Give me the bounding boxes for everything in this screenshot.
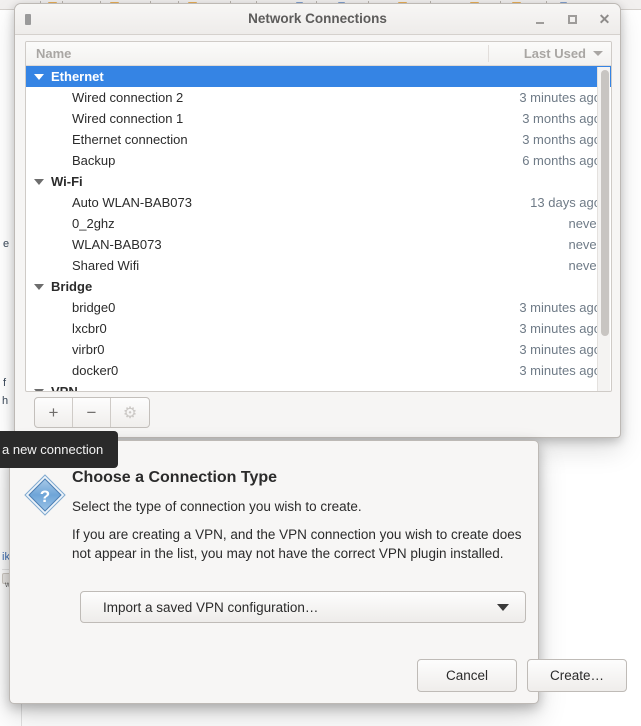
screen-root: e f h ik wi Network Connections ✕ Name (0, 0, 641, 726)
connection-last-used: 3 minutes ago (519, 300, 601, 315)
connection-last-used: 6 months ago (522, 153, 601, 168)
window-controls: ✕ (533, 12, 612, 27)
caret-down-icon (593, 51, 603, 56)
dialog-actions: Cancel Create… (417, 659, 627, 692)
connection-last-used: never (568, 258, 601, 273)
list-header: Name Last Used (26, 42, 611, 66)
connection-name: virbr0 (72, 342, 105, 357)
minimize-icon[interactable] (533, 12, 548, 27)
connection-last-used: 13 days ago (530, 195, 601, 210)
window-titlebar[interactable]: Network Connections ✕ (15, 4, 620, 35)
connection-name: Wired connection 2 (72, 90, 184, 105)
connection-name: Wired connection 1 (72, 111, 184, 126)
group-row-wifi[interactable]: Wi-Fi (26, 171, 611, 192)
group-label: VPN (51, 384, 78, 392)
dialog-title: Choose a Connection Type (72, 469, 278, 486)
connection-name: Ethernet connection (72, 132, 188, 147)
column-header-last-used-label: Last Used (523, 46, 586, 61)
expander-triangle-icon[interactable] (34, 283, 44, 290)
table-row[interactable]: Auto WLAN-BAB073 13 days ago (26, 192, 611, 213)
question-diamond-icon: ? (24, 474, 66, 516)
vertical-scrollbar[interactable] (597, 67, 610, 391)
connection-name: WLAN-BAB073 (72, 237, 162, 252)
connection-last-used: never (568, 237, 601, 252)
add-connection-button[interactable]: + (35, 398, 73, 427)
table-row[interactable]: Shared Wifi never (26, 255, 611, 276)
connection-name: Backup (72, 153, 116, 168)
connection-name: lxcbr0 (72, 321, 107, 336)
dialog-subtitle: Select the type of connection you wish t… (72, 499, 362, 514)
background-snippet: f (3, 377, 7, 389)
header-separator (488, 45, 489, 62)
background-snippet: h (2, 395, 9, 407)
maximize-icon[interactable] (565, 12, 580, 27)
scrollbar-thumb[interactable] (601, 70, 609, 336)
list-action-toolbar: + − ⚙ (34, 397, 150, 428)
connection-last-used: 3 months ago (522, 111, 601, 126)
connection-last-used: 3 months ago (522, 132, 601, 147)
table-row[interactable]: Wired connection 2 3 minutes ago (26, 87, 611, 108)
tooltip: a new connection (0, 431, 118, 468)
tooltip-text: a new connection (2, 442, 104, 457)
connection-name: bridge0 (72, 300, 116, 315)
expander-triangle-icon[interactable] (34, 178, 44, 185)
table-row[interactable]: virbr0 3 minutes ago (26, 339, 611, 360)
table-row[interactable]: Ethernet connection 3 months ago (26, 129, 611, 150)
cancel-button[interactable]: Cancel (417, 659, 517, 692)
table-row[interactable]: 0_2ghz never (26, 213, 611, 234)
connection-name: 0_2ghz (72, 216, 115, 231)
expander-triangle-icon[interactable] (34, 388, 44, 391)
group-row-vpn[interactable]: VPN (26, 381, 611, 392)
connection-last-used: 3 minutes ago (519, 363, 601, 378)
table-row[interactable]: WLAN-BAB073 never (26, 234, 611, 255)
group-row-ethernet[interactable]: Ethernet (26, 66, 611, 87)
group-label: Wi-Fi (51, 174, 83, 189)
group-label: Bridge (51, 279, 93, 294)
close-icon[interactable]: ✕ (597, 12, 612, 27)
table-row[interactable]: bridge0 3 minutes ago (26, 297, 611, 318)
connection-last-used: 3 minutes ago (519, 321, 601, 336)
connection-type-dropdown[interactable]: Import a saved VPN configuration… (80, 591, 526, 623)
table-row[interactable]: docker0 3 minutes ago (26, 360, 611, 381)
connections-list[interactable]: Name Last Used Ethernet Wired connection… (25, 41, 612, 392)
column-header-last-used[interactable]: Last Used (487, 46, 611, 61)
dialog-paragraph: If you are creating a VPN, and the VPN c… (72, 527, 522, 561)
list-rows: Ethernet Wired connection 2 3 minutes ag… (26, 66, 611, 392)
background-snippet: e (3, 238, 10, 250)
svg-text:?: ? (40, 487, 50, 506)
chevron-down-icon (497, 603, 509, 611)
connection-last-used: never (568, 216, 601, 231)
connection-last-used: 3 minutes ago (519, 342, 601, 357)
expander-triangle-icon[interactable] (34, 73, 44, 80)
table-row[interactable]: Wired connection 1 3 months ago (26, 108, 611, 129)
remove-connection-button[interactable]: − (73, 398, 111, 427)
connection-type-selected-value: Import a saved VPN configuration… (103, 599, 319, 615)
table-row[interactable]: Backup 6 months ago (26, 150, 611, 171)
network-connections-window: Network Connections ✕ Name Last Used Eth… (14, 3, 621, 438)
gear-icon[interactable]: ⚙ (111, 398, 149, 427)
connection-name: Auto WLAN-BAB073 (72, 195, 192, 210)
connection-last-used: 3 minutes ago (519, 90, 601, 105)
connection-name: Shared Wifi (72, 258, 140, 273)
group-label: Ethernet (51, 69, 104, 84)
column-header-name[interactable]: Name (26, 46, 487, 61)
create-button[interactable]: Create… (527, 659, 627, 692)
window-title: Network Connections (248, 11, 387, 26)
group-row-bridge[interactable]: Bridge (26, 276, 611, 297)
table-row[interactable]: lxcbr0 3 minutes ago (26, 318, 611, 339)
connection-name: docker0 (72, 363, 119, 378)
